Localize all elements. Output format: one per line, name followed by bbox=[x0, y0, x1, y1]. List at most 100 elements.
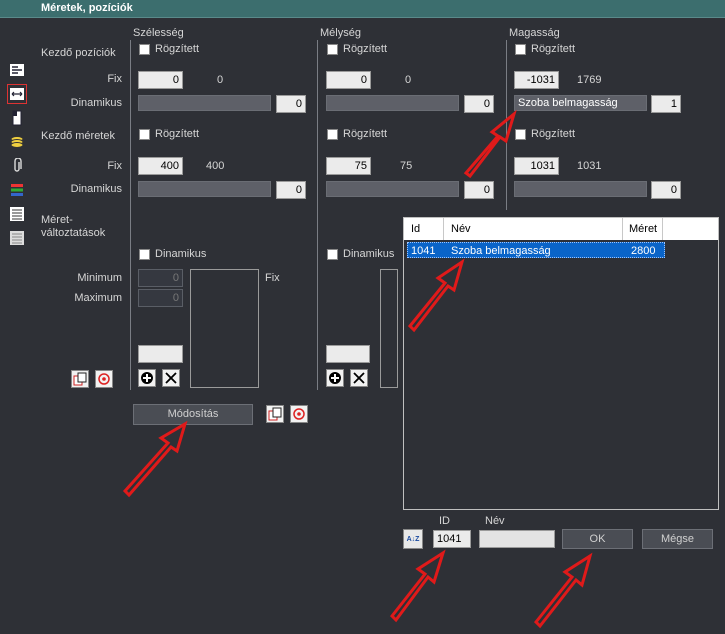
target-icon[interactable] bbox=[95, 370, 113, 388]
ok-button[interactable]: OK bbox=[562, 529, 633, 549]
grid-header-id[interactable]: Id bbox=[411, 223, 420, 235]
depth-position-fixed-checkbox[interactable] bbox=[327, 44, 338, 55]
depth-size-fix-display: 75 bbox=[400, 160, 413, 172]
grid-header-separator bbox=[622, 218, 623, 240]
sort-icon-text: A↓Z bbox=[406, 535, 420, 543]
modify-button[interactable]: Módosítás bbox=[133, 404, 253, 425]
width-position-dynamic-input[interactable]: 0 bbox=[276, 95, 306, 113]
title-bar: Méretek, pozíciók bbox=[0, 0, 725, 18]
depth-position-fixed-label: Rögzített bbox=[343, 43, 388, 55]
add-icon[interactable] bbox=[138, 369, 156, 387]
width-size-fixed-checkbox[interactable] bbox=[139, 129, 150, 140]
depth-dynamic-list[interactable] bbox=[380, 269, 398, 388]
width-size-fix-display: 400 bbox=[206, 160, 225, 172]
height-position-fix-display: 1769 bbox=[577, 74, 602, 86]
width-position-fixed-label: Rögzített bbox=[155, 43, 200, 55]
copy-icon[interactable] bbox=[71, 370, 89, 388]
picker-id-input[interactable]: 1041 bbox=[433, 530, 471, 548]
grid-cell-id: 1041 bbox=[411, 245, 436, 257]
height-size-fix-display: 1031 bbox=[577, 160, 602, 172]
width-minimum-input[interactable]: 0 bbox=[138, 269, 183, 287]
position-dynamic-label: Dinamikus bbox=[70, 97, 122, 109]
height-position-dynamic-input[interactable]: 1 bbox=[651, 95, 681, 113]
depth-dynamic-label: Dinamikus bbox=[343, 248, 395, 260]
depth-size-fixed-label: Rögzített bbox=[343, 128, 388, 140]
picker-id-label: ID bbox=[439, 515, 450, 527]
list-icon[interactable] bbox=[8, 205, 26, 223]
width-maximum-input[interactable]: 0 bbox=[138, 289, 183, 307]
width-dynamic-label: Dinamikus bbox=[155, 248, 207, 260]
depth-column-header: Mélység bbox=[320, 27, 361, 39]
width-column-header: Szélesség bbox=[133, 27, 184, 39]
cancel-button[interactable]: Mégse bbox=[642, 529, 713, 549]
maximum-label: Maximum bbox=[74, 292, 122, 304]
width-size-fixed-label: Rögzített bbox=[155, 128, 200, 140]
width-size-dynamic-input[interactable]: 0 bbox=[276, 181, 306, 199]
height-position-fix-input[interactable]: -1031 bbox=[514, 71, 559, 89]
depth-position-dynamic-input[interactable]: 0 bbox=[464, 95, 494, 113]
sort-icon[interactable]: A↓Z bbox=[403, 529, 423, 549]
start-position-label: Kezdő pozíciók bbox=[41, 47, 116, 59]
height-size-fixed-checkbox[interactable] bbox=[515, 129, 526, 140]
height-position-fixed-checkbox[interactable] bbox=[515, 44, 526, 55]
grid-cell-name: Szoba belmagasság bbox=[451, 245, 551, 257]
width-position-fixed-checkbox[interactable] bbox=[139, 44, 150, 55]
width-size-change-input[interactable] bbox=[138, 345, 183, 363]
delete-icon[interactable] bbox=[350, 369, 368, 387]
grid-header: Id Név Méret bbox=[404, 218, 718, 240]
color-bars-icon[interactable] bbox=[8, 181, 26, 199]
grid-header-size[interactable]: Méret bbox=[629, 223, 657, 235]
depth-dynamic-checkbox[interactable] bbox=[327, 249, 338, 260]
width-dynamic-checkbox[interactable] bbox=[139, 249, 150, 260]
coins-icon[interactable] bbox=[8, 133, 26, 151]
paperclip-icon[interactable] bbox=[8, 157, 26, 175]
door-icon[interactable] bbox=[8, 109, 26, 127]
start-size-label: Kezdő méretek bbox=[41, 130, 115, 142]
align-left-icon[interactable] bbox=[8, 61, 26, 79]
depth-position-dynamic-field[interactable] bbox=[326, 95, 459, 111]
width-size-dynamic-field[interactable] bbox=[138, 181, 271, 197]
height-column-header: Magasság bbox=[509, 27, 560, 39]
size-fix-label: Fix bbox=[107, 160, 122, 172]
grid-header-name[interactable]: Név bbox=[451, 223, 471, 235]
height-position-fixed-label: Rögzített bbox=[531, 43, 576, 55]
grid-cell-size: 2800 bbox=[631, 245, 656, 257]
picker-name-input[interactable] bbox=[479, 530, 555, 548]
variable-picker-grid[interactable]: Id Név Méret 1041 Szoba belmagasság 2800 bbox=[403, 217, 719, 510]
grid-header-separator bbox=[662, 218, 663, 240]
picker-name-label: Név bbox=[485, 515, 505, 527]
size-dynamic-label: Dinamikus bbox=[70, 183, 122, 195]
grid-row-selected[interactable]: 1041 Szoba belmagasság 2800 bbox=[407, 242, 665, 258]
height-size-dynamic-input[interactable]: 0 bbox=[651, 181, 681, 199]
position-fix-label: Fix bbox=[107, 73, 122, 85]
height-size-fix-input[interactable]: 1031 bbox=[514, 157, 559, 175]
width-dynamic-list[interactable] bbox=[190, 269, 259, 388]
depth-size-dynamic-field[interactable] bbox=[326, 181, 459, 197]
height-position-dynamic-field[interactable]: Szoba belmagasság bbox=[514, 95, 647, 111]
width-position-fix-input[interactable]: 0 bbox=[138, 71, 183, 89]
depth-size-fixed-checkbox[interactable] bbox=[327, 129, 338, 140]
target-icon[interactable] bbox=[290, 405, 308, 423]
minimum-label: Minimum bbox=[77, 272, 122, 284]
grid-header-separator bbox=[443, 218, 444, 240]
depth-size-change-input[interactable] bbox=[326, 345, 370, 363]
list-lines-icon[interactable] bbox=[8, 229, 26, 247]
copy-icon[interactable] bbox=[266, 405, 284, 423]
width-fix-label: Fix bbox=[265, 272, 280, 284]
width-column-separator bbox=[130, 40, 131, 390]
width-position-fix-display: 0 bbox=[217, 74, 224, 86]
add-icon[interactable] bbox=[326, 369, 344, 387]
depth-size-dynamic-input[interactable]: 0 bbox=[464, 181, 494, 199]
width-size-fix-input[interactable]: 400 bbox=[138, 157, 183, 175]
depth-position-fix-display: 0 bbox=[405, 74, 412, 86]
height-size-fixed-label: Rögzített bbox=[531, 128, 576, 140]
depth-size-fix-input[interactable]: 75 bbox=[326, 157, 371, 175]
size-changes-label-1: Méret- bbox=[41, 214, 73, 226]
height-size-dynamic-field[interactable] bbox=[514, 181, 647, 197]
width-arrows-icon[interactable] bbox=[7, 84, 27, 104]
width-position-dynamic-field[interactable] bbox=[138, 95, 271, 111]
depth-position-fix-input[interactable]: 0 bbox=[326, 71, 371, 89]
delete-icon[interactable] bbox=[162, 369, 180, 387]
size-changes-label-2: változtatások bbox=[41, 227, 106, 239]
window-title: Méretek, pozíciók bbox=[41, 2, 133, 14]
